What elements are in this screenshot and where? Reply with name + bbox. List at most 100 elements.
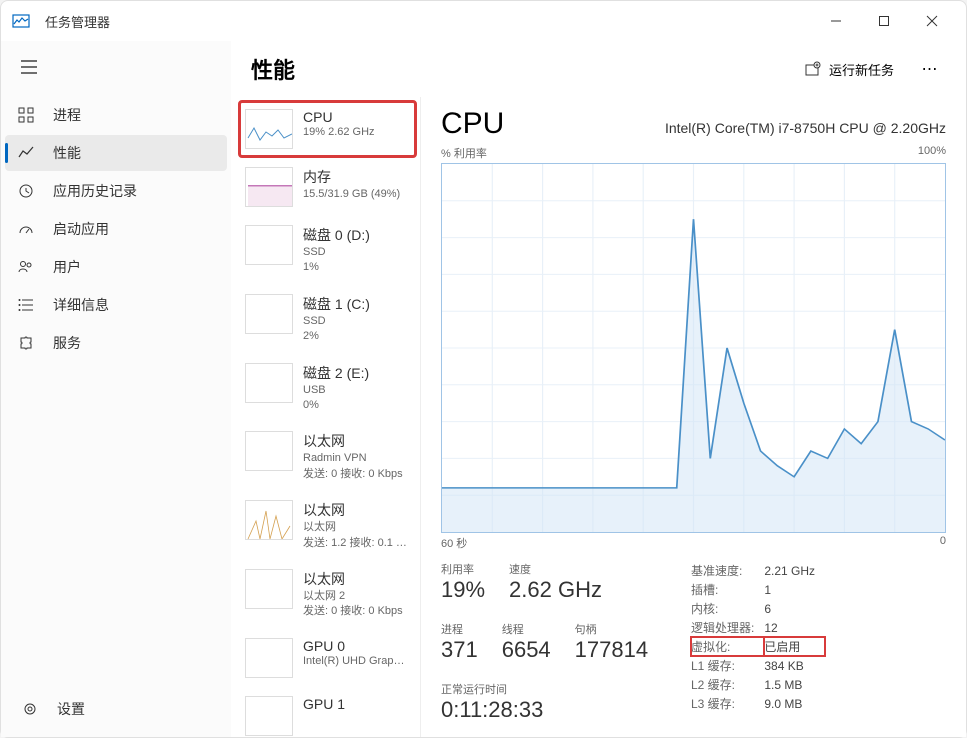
chart-x-left: 60 秒 — [441, 535, 467, 551]
spec-value: 384 KB — [764, 656, 825, 675]
stat-label: 利用率 — [441, 561, 485, 577]
perf-thumbnail — [245, 109, 293, 149]
spec-value: 1 — [764, 580, 825, 599]
nav-label: 用户 — [53, 257, 81, 277]
perf-item-sub2: 发送: 0 接收: 0 Kbps — [303, 467, 410, 482]
run-new-task-button[interactable]: 运行新任务 — [793, 54, 906, 85]
chart-x-right: 0 — [940, 535, 946, 551]
stat-value: 6654 — [502, 637, 551, 663]
run-task-icon — [805, 61, 821, 77]
stats-primary: 利用率19%速度2.62 GHz进程371线程6654句柄177814正常运行时… — [441, 561, 661, 723]
more-button[interactable]: ⋯ — [914, 53, 946, 85]
perf-item-name: GPU 1 — [303, 696, 410, 712]
spec-row: L2 缓存:1.5 MB — [691, 675, 825, 694]
perf-item-sub: USB — [303, 383, 410, 398]
perf-item-sub2: 1% — [303, 260, 410, 275]
gear-icon — [19, 698, 41, 720]
chart-icon — [15, 142, 37, 164]
spec-label: 内核: — [691, 599, 764, 618]
nav-users[interactable]: 用户 — [5, 249, 227, 285]
perf-item-sub2: 2% — [303, 329, 410, 344]
stat-label: 速度 — [509, 561, 602, 577]
stat-value: 177814 — [575, 637, 648, 663]
nav-app-history[interactable]: 应用历史记录 — [5, 173, 227, 209]
spec-value: 已启用 — [764, 637, 825, 656]
spec-value: 6 — [764, 599, 825, 618]
nav-label: 启动应用 — [53, 219, 109, 239]
nav-performance[interactable]: 性能 — [5, 135, 227, 171]
perf-item-sub: 以太网 — [303, 520, 410, 535]
perf-item[interactable]: 以太网以太网 2发送: 0 接收: 0 Kbps — [239, 561, 416, 628]
nav-details[interactable]: 详细信息 — [5, 287, 227, 323]
perf-item-name: 磁盘 0 (D:) — [303, 225, 410, 245]
history-icon — [15, 180, 37, 202]
perf-item[interactable]: 磁盘 1 (C:)SSD2% — [239, 286, 416, 353]
stat-value: 0:11:28:33 — [441, 697, 661, 723]
nav-label: 详细信息 — [53, 295, 109, 315]
perf-item[interactable]: 磁盘 0 (D:)SSD1% — [239, 217, 416, 284]
nav-processes[interactable]: 进程 — [5, 97, 227, 133]
perf-item[interactable]: 以太网以太网发送: 1.2 接收: 0.1 Mbps — [239, 492, 416, 559]
spec-value: 2.21 GHz — [764, 561, 825, 580]
spec-label: 插槽: — [691, 580, 764, 599]
spec-label: L2 缓存: — [691, 675, 764, 694]
perf-item[interactable]: CPU19% 2.62 GHz — [239, 101, 416, 157]
perf-thumbnail — [245, 500, 293, 540]
perf-item-sub: 以太网 2 — [303, 589, 410, 604]
stats-secondary: 基准速度:2.21 GHz插槽:1内核:6逻辑处理器:12虚拟化:已启用L1 缓… — [691, 561, 825, 723]
hamburger-button[interactable] — [9, 47, 49, 87]
list-icon — [15, 294, 37, 316]
nav-startup[interactable]: 启动应用 — [5, 211, 227, 247]
perf-thumbnail — [245, 225, 293, 265]
perf-item-sub: SSD — [303, 314, 410, 329]
perf-item[interactable]: 内存15.5/31.9 GB (49%) — [239, 159, 416, 215]
nav-label: 进程 — [53, 105, 81, 125]
perf-item-name: GPU 0 — [303, 638, 410, 654]
perf-item-sub2: 发送: 0 接收: 0 Kbps — [303, 604, 410, 619]
stat-value: 371 — [441, 637, 478, 663]
perf-item-name: 内存 — [303, 167, 410, 187]
stat-value: 19% — [441, 577, 485, 603]
stat-block: 利用率19% — [441, 561, 485, 603]
perf-item-sub2: 0% — [303, 398, 410, 413]
grid-icon — [15, 104, 37, 126]
stat-label: 句柄 — [575, 621, 648, 637]
speed-icon — [15, 218, 37, 240]
app-icon — [9, 9, 33, 33]
cpu-model: Intel(R) Core(TM) i7-8750H CPU @ 2.20GHz — [665, 120, 946, 136]
perf-item[interactable]: 磁盘 2 (E:)USB0% — [239, 355, 416, 422]
nav-settings[interactable]: 设置 — [9, 691, 223, 727]
titlebar: 任务管理器 — [1, 1, 966, 41]
stat-value: 2.62 GHz — [509, 577, 602, 603]
perf-sidebar-list: CPU19% 2.62 GHz内存15.5/31.9 GB (49%)磁盘 0 … — [231, 97, 421, 737]
spec-row: 虚拟化:已启用 — [691, 637, 825, 656]
perf-item[interactable]: GPU 0Intel(R) UHD Graphics — [239, 630, 416, 686]
spec-label: L3 缓存: — [691, 694, 764, 713]
stat-block: 进程371 — [441, 621, 478, 663]
chart-y-max: 100% — [918, 145, 946, 161]
nav-services[interactable]: 服务 — [5, 325, 227, 361]
stat-block: 速度2.62 GHz — [509, 561, 602, 603]
perf-item-sub: 15.5/31.9 GB (49%) — [303, 187, 410, 202]
spec-row: 插槽:1 — [691, 580, 825, 599]
spec-row: 逻辑处理器:12 — [691, 618, 825, 637]
spec-value: 9.0 MB — [764, 694, 825, 713]
perf-item[interactable]: GPU 1 — [239, 688, 416, 737]
nav-label: 设置 — [57, 699, 85, 719]
spec-row: 基准速度:2.21 GHz — [691, 561, 825, 580]
nav-list: 进程 性能 应用历史记录 启动应用 用户 — [1, 95, 231, 681]
stat-block: 线程6654 — [502, 621, 551, 663]
users-icon — [15, 256, 37, 278]
minimize-button[interactable] — [818, 5, 854, 37]
close-button[interactable] — [914, 5, 950, 37]
window-title: 任务管理器 — [45, 12, 818, 31]
perf-item-sub: Intel(R) UHD Graphics — [303, 654, 410, 669]
perf-item-name: 以太网 — [303, 431, 410, 451]
perf-item[interactable]: 以太网Radmin VPN发送: 0 接收: 0 Kbps — [239, 423, 416, 490]
cpu-utilization-chart[interactable] — [441, 163, 946, 533]
spec-label: L1 缓存: — [691, 656, 764, 675]
perf-item-name: 磁盘 1 (C:) — [303, 294, 410, 314]
perf-thumbnail — [245, 696, 293, 736]
maximize-button[interactable] — [866, 5, 902, 37]
perf-thumbnail — [245, 167, 293, 207]
